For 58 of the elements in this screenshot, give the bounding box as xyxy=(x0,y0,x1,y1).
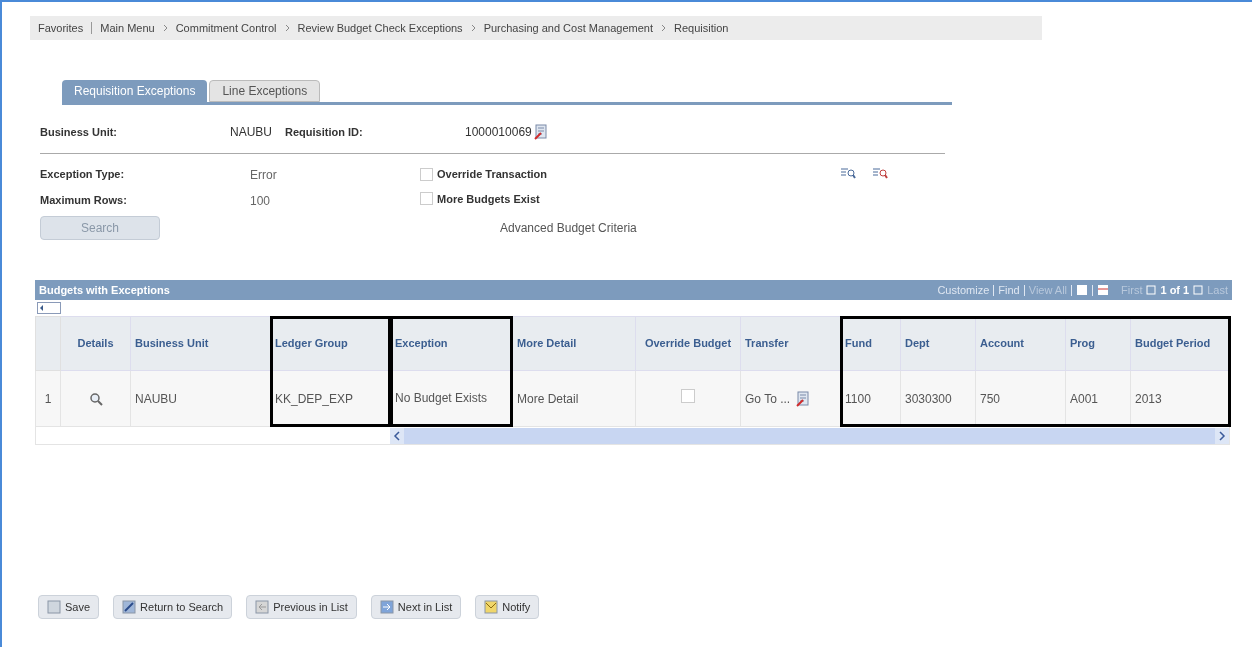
advanced-criteria-link[interactable]: Advanced Budget Criteria xyxy=(500,219,637,237)
field-label: Business Unit: xyxy=(40,124,118,140)
toolbar-button[interactable]: Next in List xyxy=(370,595,462,619)
field-label: Requisition ID: xyxy=(285,124,364,140)
row-number: 1 xyxy=(35,370,61,427)
checkbox[interactable] xyxy=(681,389,695,403)
field-value: 100 xyxy=(250,193,271,210)
more-detail-link[interactable]: More Detail xyxy=(517,391,579,406)
search-icon[interactable] xyxy=(840,166,856,180)
scroll-left-icon[interactable] xyxy=(390,427,405,444)
chevron-icon xyxy=(661,24,666,32)
breadcrumb-link[interactable]: Main Menu xyxy=(100,19,155,37)
chevron-icon xyxy=(470,24,476,32)
magnifier-icon[interactable] xyxy=(88,392,103,407)
grid-toggle-icon[interactable] xyxy=(37,302,61,314)
field-value: Error xyxy=(250,167,277,184)
scroll-right-icon[interactable] xyxy=(1215,427,1229,444)
grid-title: Budgets with Exceptions xyxy=(39,282,170,298)
chevron-icon xyxy=(162,24,168,32)
checkbox-label: More Budgets Exist xyxy=(437,191,540,207)
field-value: 1000010069 xyxy=(465,124,532,141)
arrow-icon xyxy=(379,600,394,614)
search-icon[interactable] xyxy=(872,166,888,180)
checkbox[interactable] xyxy=(420,167,433,181)
column-header: More Detail xyxy=(512,316,636,371)
column-header: Dept xyxy=(900,316,976,371)
field-label: Maximum Rows: xyxy=(40,193,128,208)
checkbox-label: Override Transaction xyxy=(437,167,548,182)
breadcrumb-link[interactable]: Purchasing and Cost Management xyxy=(483,19,653,37)
lookup-icon[interactable] xyxy=(796,390,811,407)
horizontal-scrollbar[interactable] xyxy=(390,427,1229,444)
toolbar-button[interactable]: Previous in List xyxy=(246,595,357,619)
column-header: Transfer xyxy=(740,316,841,371)
toolbar-button[interactable]: Return to Search xyxy=(113,595,233,619)
column-header: Fund xyxy=(840,316,901,371)
column-header: Details xyxy=(60,316,131,371)
arrow-icon xyxy=(255,600,270,614)
column-header: Prog xyxy=(1065,316,1131,371)
toolbar-button[interactable]: Save xyxy=(38,595,100,619)
breadcrumb-link[interactable]: Commitment Control xyxy=(175,19,277,37)
go-to-link[interactable]: Go To ... xyxy=(745,389,791,408)
separator-line xyxy=(91,22,93,34)
row-count: 1 of 1 xyxy=(1160,282,1190,298)
breadcrumb-link[interactable]: Review Budget Check Exceptions xyxy=(297,19,463,37)
pencil-icon xyxy=(122,600,137,614)
lookup-icon[interactable] xyxy=(533,124,548,140)
breadcrumb-link[interactable]: Favorites xyxy=(38,19,84,37)
toolbar-button[interactable]: Notify xyxy=(475,595,540,619)
chevron-icon xyxy=(284,24,290,32)
column-header: Business Unit xyxy=(130,316,271,371)
checkbox[interactable] xyxy=(420,192,433,206)
column-header: Override Budget xyxy=(635,316,741,371)
field-label: Exception Type: xyxy=(40,167,126,182)
field-value: NAUBU xyxy=(230,124,273,141)
tab[interactable]: Line Exceptions xyxy=(209,80,321,102)
column-header: Account xyxy=(975,316,1066,371)
breadcrumb-link[interactable]: Requisition xyxy=(674,19,729,37)
envelope-icon xyxy=(484,600,499,614)
